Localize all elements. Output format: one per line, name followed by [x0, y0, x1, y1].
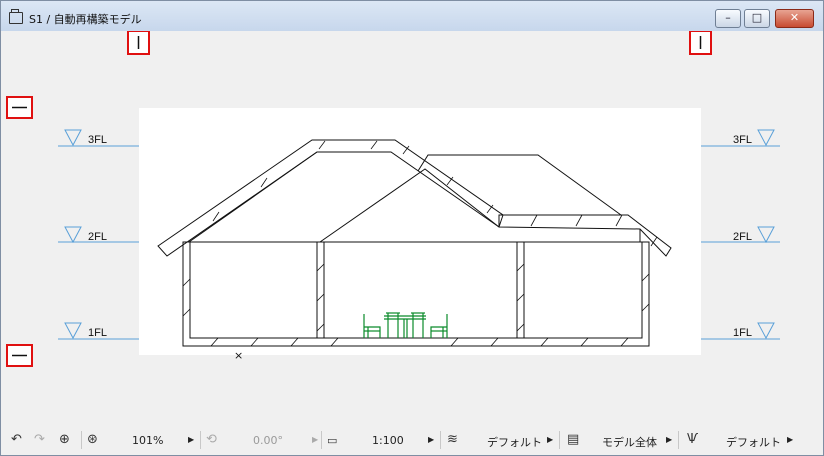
- minimize-icon: –: [725, 11, 731, 24]
- close-button[interactable]: ✕: [775, 9, 814, 28]
- level-label-left: 3FL: [88, 134, 107, 146]
- rotation-arrow-icon[interactable]: ▶: [312, 435, 318, 444]
- zoom-out-icon[interactable]: ⊛: [87, 432, 98, 447]
- scale-value[interactable]: 1:100: [372, 434, 404, 447]
- dimension-value[interactable]: デフォルト: [726, 434, 781, 450]
- dimension-arrow-icon[interactable]: ▶: [787, 435, 793, 444]
- pen-set-value[interactable]: デフォルト: [487, 434, 542, 450]
- minimize-button[interactable]: –: [715, 9, 741, 28]
- level-marker-icon: [64, 129, 82, 147]
- level-label-left: 2FL: [88, 231, 107, 243]
- zoom-in-icon[interactable]: ⊕: [59, 432, 70, 447]
- zoom-value[interactable]: 101%: [132, 434, 163, 447]
- elevation-handle-top-left[interactable]: [127, 31, 150, 55]
- pen-set-icon[interactable]: ≋: [447, 432, 458, 447]
- elevation-handle-lower-left[interactable]: [6, 344, 33, 367]
- origin-marker[interactable]: ×: [234, 349, 243, 362]
- level-marker-icon: [757, 129, 775, 147]
- scale-arrow-icon[interactable]: ▶: [428, 435, 434, 444]
- level-label-right: 1FL: [733, 327, 752, 339]
- window-title: S1 / 自動再構築モデル: [29, 13, 142, 26]
- close-icon: ✕: [789, 11, 800, 24]
- status-bar: ↶ ↷ ⊕ ⊛ 101% ▶ ⟲ 0.00° ▶ ▭ 1:100 ▶ ≋ デフォ…: [1, 426, 823, 455]
- pen-set-arrow-icon[interactable]: ▶: [547, 435, 553, 444]
- level-label-right: 3FL: [733, 134, 752, 146]
- dimension-icon[interactable]: Ѱ: [687, 432, 698, 447]
- level-marker-icon: [64, 226, 82, 244]
- model-view-value[interactable]: モデル全体: [602, 434, 657, 450]
- section-window: S1 / 自動再構築モデル – □ ✕ 3FL 2FL 1FL 3FL 2FL …: [0, 0, 824, 456]
- scale-icon[interactable]: ▭: [327, 434, 337, 447]
- section-drawing[interactable]: 3FL 2FL 1FL 3FL 2FL 1FL ×: [1, 31, 823, 426]
- drawing-canvas[interactable]: 3FL 2FL 1FL 3FL 2FL 1FL ×: [1, 31, 823, 426]
- elevation-handle-upper-left[interactable]: [6, 96, 33, 119]
- paper-area: [139, 108, 701, 355]
- elevation-handle-top-right[interactable]: [689, 31, 712, 55]
- folder-icon: [9, 9, 23, 24]
- level-marker-icon: [64, 322, 82, 340]
- level-label-left: 1FL: [88, 327, 107, 339]
- zoom-arrow-icon[interactable]: ▶: [188, 435, 194, 444]
- level-marker-icon: [757, 226, 775, 244]
- model-view-arrow-icon[interactable]: ▶: [666, 435, 672, 444]
- rotate-icon[interactable]: ⟲: [206, 432, 217, 447]
- model-view-icon[interactable]: ▤: [567, 432, 579, 447]
- undo-icon[interactable]: ↶: [11, 432, 22, 447]
- level-marker-icon: [757, 322, 775, 340]
- maximize-icon: □: [751, 11, 763, 24]
- level-label-right: 2FL: [733, 231, 752, 243]
- redo-icon[interactable]: ↷: [34, 432, 45, 447]
- maximize-button[interactable]: □: [744, 9, 770, 28]
- title-bar[interactable]: S1 / 自動再構築モデル – □ ✕: [1, 1, 823, 31]
- rotation-value[interactable]: 0.00°: [253, 434, 283, 447]
